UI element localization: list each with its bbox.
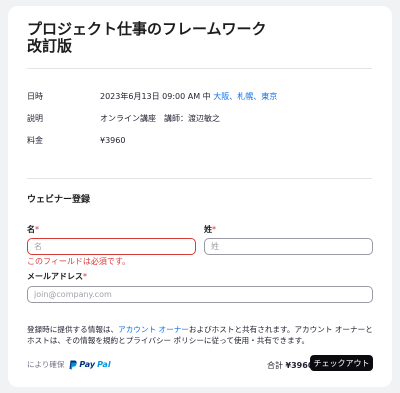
fee-label: 料金 [27,136,43,145]
order-total: 合計 ¥3960 [267,360,313,371]
date-value: 2023年6月13日 09:00 AM 中 大阪、札幌、東京 [100,92,278,101]
paypal-logo: Pay Pal [68,360,111,370]
page-title: プロジェクト仕事のフレームワーク 改訂版 [27,20,282,55]
email-input[interactable] [27,286,373,303]
required-mark: * [83,272,87,281]
required-mark: * [35,225,39,234]
fee-value: ¥3960 [100,136,126,145]
divider [27,68,372,69]
registration-card: プロジェクト仕事のフレームワーク 改訂版 日時 2023年6月13日 09:00… [8,6,392,387]
last-name-label: 姓* [204,225,216,234]
description-label: 説明 [27,114,43,123]
account-owner-link[interactable]: アカウント オーナー [118,325,189,334]
section-title: ウェビナー登録 [27,195,91,205]
total-label: 合計 [267,361,283,370]
first-name-input[interactable] [27,238,196,255]
first-name-label: 名* [27,225,39,234]
paypal-pay-text: Pay [79,360,96,369]
email-label: メールアドレス* [27,272,87,281]
paypal-pal-text: Pal [97,360,111,369]
checkout-button[interactable]: チェックアウト [310,355,373,371]
privacy-notice: 登録時に提供する情報は、アカウント オーナーおよびホストと共有されます。アカウン… [27,325,373,345]
secured-by-label: により確保 [27,360,65,369]
secured-by: により確保 Pay Pal [27,359,111,370]
timezone-city-sapporo[interactable]: 札幌 [237,92,253,101]
timezone-city-osaka[interactable]: 大阪 [213,92,229,101]
last-name-input[interactable] [204,238,373,255]
date-text: 2023年6月13日 09:00 AM 中 [100,92,211,101]
first-name-error: このフィールドは必須です。 [27,257,131,266]
paypal-icon [69,360,77,369]
date-label: 日時 [27,92,43,101]
timezone-city-tokyo[interactable]: 東京 [261,92,277,101]
divider [27,178,372,179]
description-value: オンライン講座 講師：渡辺敏之 [100,114,220,123]
required-mark: * [212,225,216,234]
